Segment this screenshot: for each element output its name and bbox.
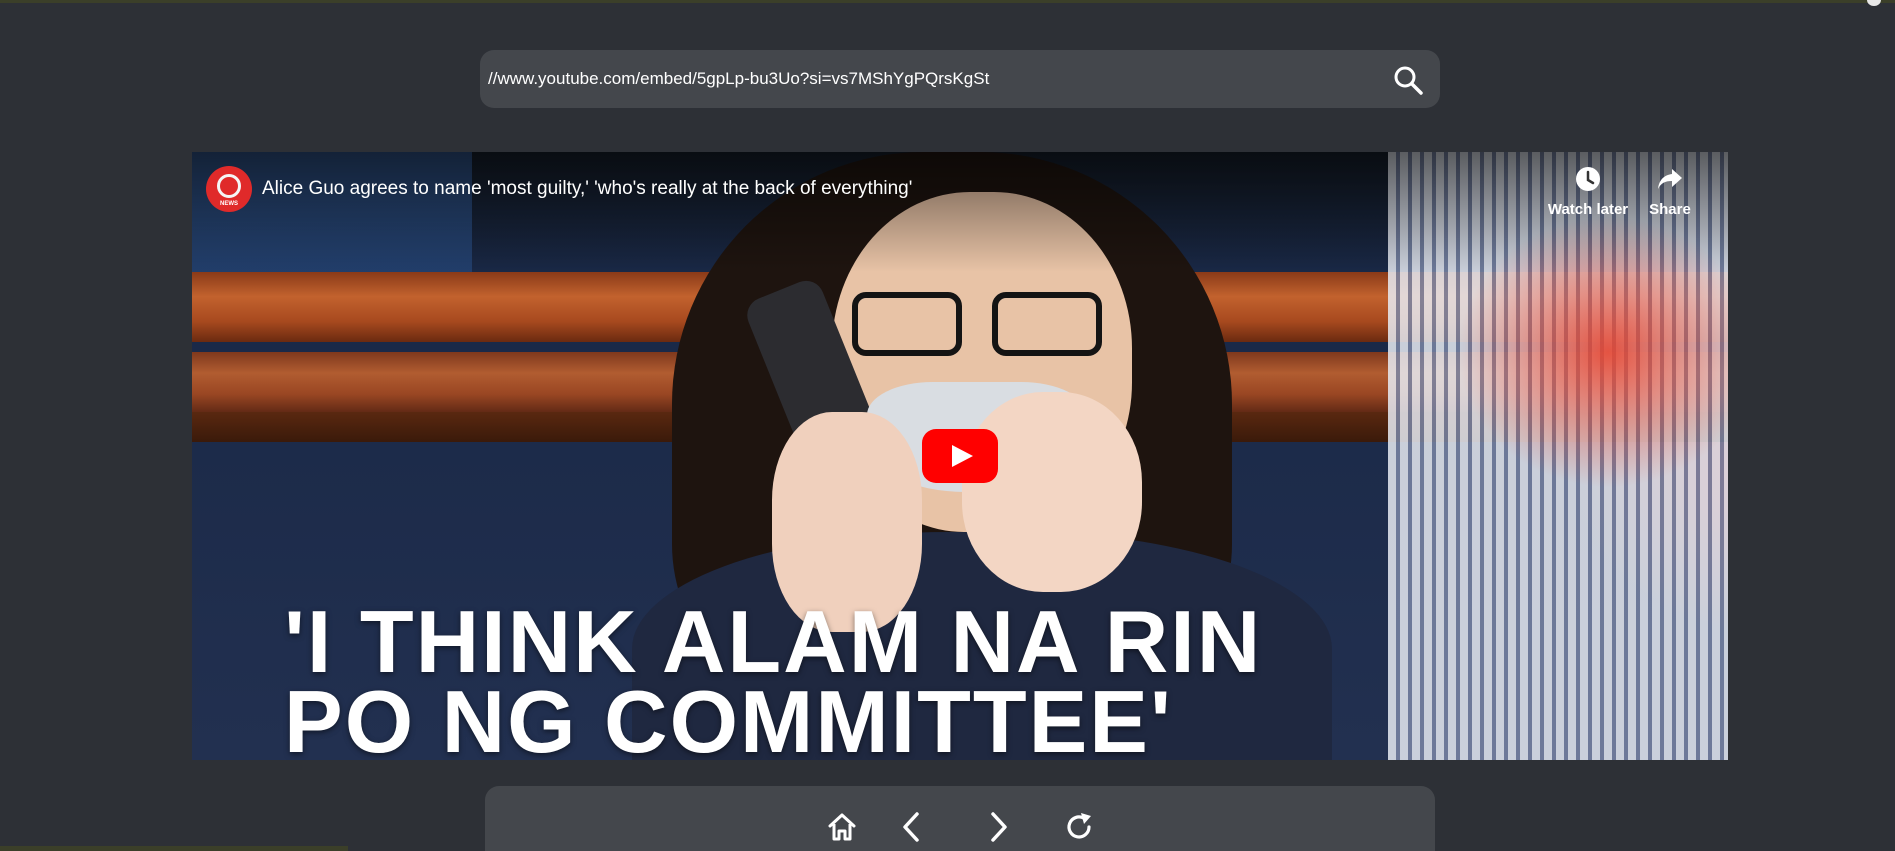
corner-indicator bbox=[1867, 0, 1881, 6]
video-player[interactable]: NEWS Alice Guo agrees to name 'most guil… bbox=[192, 152, 1728, 760]
share-button[interactable]: Share bbox=[1622, 166, 1718, 218]
caption-line-1: 'I THINK ALAM NA RIN bbox=[284, 592, 1263, 691]
home-button[interactable] bbox=[825, 810, 859, 844]
navigation-bar bbox=[485, 786, 1435, 851]
person-hand bbox=[962, 392, 1142, 592]
channel-logo-icon bbox=[217, 174, 241, 198]
chevron-left-icon bbox=[903, 812, 919, 842]
reload-icon bbox=[1067, 813, 1091, 839]
channel-logo-text: NEWS bbox=[220, 201, 238, 207]
youtube-play-icon bbox=[952, 445, 973, 467]
thumbnail-caption: 'I THINK ALAM NA RIN PO NG COMMITTEE' bbox=[284, 592, 1263, 761]
video-title[interactable]: Alice Guo agrees to name 'most guilty,' … bbox=[262, 178, 912, 200]
back-button[interactable] bbox=[895, 810, 929, 844]
share-arrow-icon bbox=[1658, 169, 1682, 189]
channel-avatar[interactable]: NEWS bbox=[206, 166, 252, 212]
caption-line-2: PO NG COMMITTEE' bbox=[284, 672, 1173, 761]
search-button[interactable] bbox=[1392, 64, 1424, 96]
share-label: Share bbox=[1649, 201, 1691, 218]
forward-button[interactable] bbox=[981, 810, 1015, 844]
address-bar bbox=[480, 50, 1440, 108]
home-icon bbox=[828, 813, 856, 841]
top-strip bbox=[0, 0, 1895, 3]
person-glasses-left bbox=[852, 292, 962, 356]
play-button[interactable] bbox=[922, 429, 998, 483]
reload-button[interactable] bbox=[1062, 810, 1096, 844]
bottom-strip bbox=[0, 846, 348, 851]
browser-page: NEWS Alice Guo agrees to name 'most guil… bbox=[0, 0, 1895, 851]
video-top-gradient bbox=[192, 152, 1728, 272]
url-input[interactable] bbox=[488, 50, 1348, 108]
chevron-right-icon bbox=[991, 812, 1007, 842]
search-icon bbox=[1394, 66, 1423, 95]
clock-icon bbox=[1576, 167, 1600, 191]
person-glasses-right bbox=[992, 292, 1102, 356]
